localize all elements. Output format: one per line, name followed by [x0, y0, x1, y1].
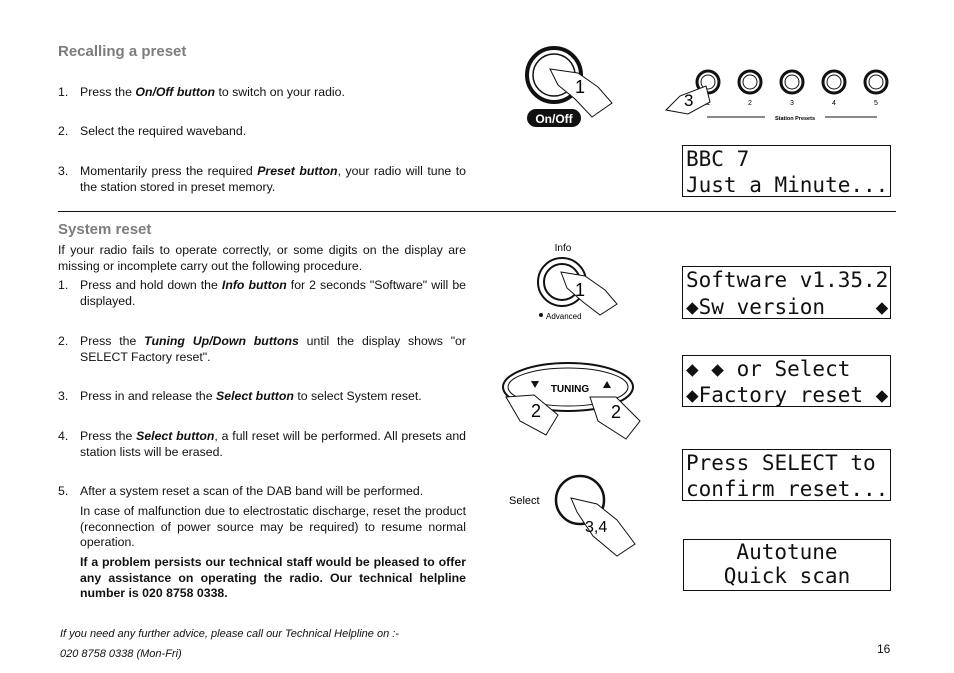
display-factory-reset: ◆ ◆ or Select ◆Factory reset ◆	[682, 355, 891, 407]
svg-text:Select: Select	[509, 495, 540, 507]
preset-buttons-illustration: 12345 3 Station Presets	[664, 69, 889, 122]
reset-step-3: 3. Press in and release the Select button…	[58, 389, 422, 403]
footer-line-2: 020 8758 0338 (Mon-Fri)	[60, 648, 182, 660]
recall-step-3: 3. Momentarily press the required Preset …	[58, 164, 466, 194]
onoff-button-illustration: 1 On/Off	[525, 46, 613, 127]
footer-line-1: If you need any further advice, please c…	[60, 628, 399, 640]
svg-text:1: 1	[575, 77, 585, 97]
reset-intro: If your radio fails to operate correctly…	[58, 243, 466, 273]
divider	[58, 211, 896, 212]
svg-text:3,4: 3,4	[585, 519, 607, 536]
section-title-reset: System reset	[58, 221, 152, 238]
display-software: Software v1.35.2 ◆Sw version ◆	[682, 266, 891, 319]
select-button-illustration: Select 3,4	[509, 474, 636, 557]
svg-text:5: 5	[874, 100, 878, 107]
svg-text:On/Off: On/Off	[535, 112, 573, 126]
display-autotune: Autotune Quick scan	[683, 539, 891, 591]
page-number: 16	[877, 642, 891, 656]
reset-step-5: 5. After a system reset a scan of the DAB…	[58, 484, 424, 498]
svg-text:Advanced: Advanced	[546, 312, 582, 321]
hand-icon	[560, 271, 618, 316]
tuning-buttons-illustration: TUNING 2 2	[502, 362, 641, 440]
svg-text:2: 2	[611, 402, 621, 422]
svg-text:3: 3	[790, 100, 794, 107]
svg-text:TUNING: TUNING	[551, 384, 590, 395]
reset-note: In case of malfunction due to electrosta…	[80, 504, 466, 549]
section-title-recall: Recalling a preset	[58, 43, 187, 60]
svg-text:4: 4	[832, 100, 836, 107]
svg-text:1: 1	[575, 280, 585, 300]
svg-text:Info: Info	[555, 243, 572, 254]
preset-button-2: 2	[737, 69, 763, 107]
preset-button-5: 5	[863, 69, 889, 107]
svg-text:2: 2	[531, 401, 541, 421]
preset-button-4: 4	[821, 69, 847, 107]
info-button-illustration: Info 1 Advanced	[537, 243, 618, 321]
preset-button-3: 3	[779, 69, 805, 107]
recall-step-2: 2. Select the required waveband.	[58, 124, 247, 138]
svg-text:2: 2	[748, 100, 752, 107]
display-confirm-reset: Press SELECT to confirm reset...	[682, 449, 891, 501]
svg-text:Station Presets: Station Presets	[775, 116, 815, 122]
reset-step-2: 2. Press the Tuning Up/Down buttons until…	[58, 334, 466, 364]
reset-step-4: 4. Press the Select button, a full reset …	[58, 429, 466, 459]
display-bbc: BBC 7 Just a Minute...	[682, 145, 891, 197]
svg-text:3: 3	[684, 91, 693, 110]
reset-step-1: 1. Press and hold down the Info button fo…	[58, 278, 466, 308]
recall-step-1: 1. Press the On/Off button to switch on y…	[58, 85, 345, 99]
reset-helpline-note: If a problem persists our technical staf…	[80, 555, 466, 600]
